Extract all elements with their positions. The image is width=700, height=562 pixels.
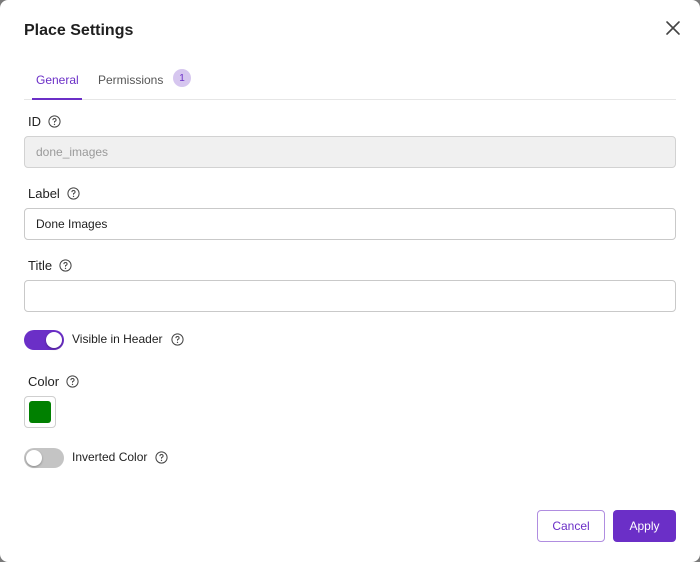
visible-in-header-text: Visible in Header <box>72 332 163 346</box>
place-settings-dialog: Place Settings General Permissions 1 ID … <box>0 0 700 562</box>
close-icon <box>666 21 680 35</box>
color-picker[interactable] <box>24 396 56 428</box>
help-icon[interactable] <box>48 115 61 128</box>
tab-permissions-label: Permissions <box>98 73 164 87</box>
label-label-text: Label <box>28 186 60 201</box>
toggle-knob <box>46 332 62 348</box>
inverted-color-toggle[interactable] <box>24 448 64 468</box>
cancel-button[interactable]: Cancel <box>537 510 605 542</box>
tab-general-label: General <box>36 73 79 87</box>
dialog-title: Place Settings <box>24 22 134 39</box>
title-field-label: Title <box>28 258 72 273</box>
help-icon[interactable] <box>59 259 72 272</box>
inverted-color-text: Inverted Color <box>72 450 148 464</box>
color-swatch <box>29 401 51 423</box>
help-icon[interactable] <box>170 332 184 346</box>
color-field-label: Color <box>28 374 79 389</box>
apply-button[interactable]: Apply <box>613 510 676 542</box>
id-label-text: ID <box>28 114 41 129</box>
help-icon[interactable] <box>66 375 79 388</box>
inverted-color-label: Inverted Color <box>72 450 168 464</box>
permissions-count-badge: 1 <box>173 69 191 87</box>
label-field-label: Label <box>28 186 80 201</box>
color-label-text: Color <box>28 374 60 389</box>
label-input[interactable]: Done Images <box>24 208 676 240</box>
toggle-knob <box>26 450 42 466</box>
visible-in-header-toggle[interactable] <box>24 330 64 350</box>
tab-bar: General Permissions 1 <box>24 60 676 100</box>
id-field-label: ID <box>28 114 61 129</box>
close-button[interactable] <box>662 17 684 39</box>
help-icon[interactable] <box>155 450 168 464</box>
tab-permissions[interactable]: Permissions <box>98 60 163 100</box>
title-label-text: Title <box>28 258 53 273</box>
title-input[interactable] <box>24 280 676 312</box>
active-tab-indicator <box>32 98 82 100</box>
id-input[interactable]: done_images <box>24 136 676 168</box>
tab-general[interactable]: General <box>36 60 79 100</box>
help-icon[interactable] <box>67 187 80 200</box>
visible-in-header-label: Visible in Header <box>72 332 184 346</box>
